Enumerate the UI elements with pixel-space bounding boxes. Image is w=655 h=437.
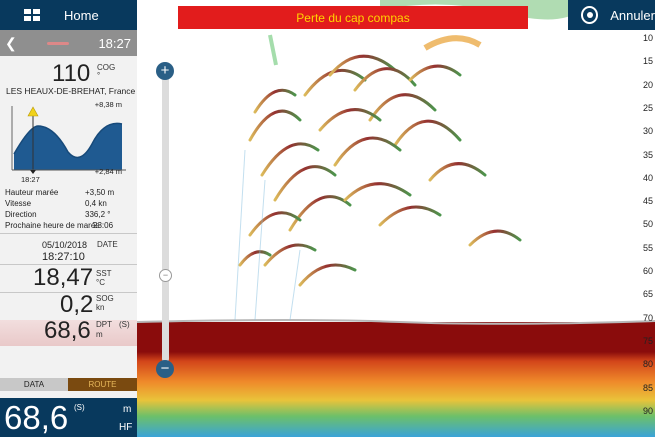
compass-alert-banner[interactable]: Perte du cap compas (178, 6, 528, 29)
info-label-tide-height: Hauteur marée (5, 188, 59, 197)
sst-value: 18,47 (33, 264, 94, 291)
cog-value: 110 (52, 60, 91, 87)
depth-tick-label: 70 (642, 312, 653, 323)
info-label-next-tide: Prochaine heure de marée (5, 221, 100, 230)
info-value-speed: 0,4 kn (85, 199, 107, 208)
tide-graph (11, 106, 126, 174)
depth-tick-label: 35 (642, 149, 653, 160)
depth-tick-label: 90 (642, 405, 653, 416)
depth-tick-label: 65 (642, 289, 653, 300)
range-slider-track[interactable] (162, 72, 169, 362)
date-label: DATE (97, 240, 118, 249)
tide-location: LES HEAUX-DE-BREHAT, France (6, 86, 136, 96)
zoom-out-button[interactable]: − (156, 360, 174, 378)
home-label: Home (64, 7, 99, 23)
cog-unit: ° (97, 71, 101, 80)
info-value-direction: 336,2 ° (85, 210, 111, 219)
depth-tick-label: 30 (642, 126, 653, 137)
depth-scale: 10 15 20 25 30 35 40 45 50 55 60 65 70 75 80 85 90 (637, 30, 655, 437)
depth-tick-label: 20 (642, 79, 653, 90)
cancel-button[interactable]: Annuler (568, 0, 655, 30)
alert-text: Perte du cap compas (296, 10, 410, 25)
bottom-depth-value: 68,6 (4, 399, 69, 436)
depth-tick-label: 85 (642, 382, 653, 393)
sst-label: SST (96, 269, 112, 278)
sst-unit: °C (96, 278, 105, 287)
panel-header: ❮ 18:27 (0, 30, 137, 56)
back-arrow-icon[interactable]: ❮ (5, 35, 17, 52)
dpt-value: 68,6 (44, 317, 91, 344)
info-value-next-tide: 23:06 (93, 221, 114, 230)
dpt-source: (S) (119, 320, 130, 329)
panel-tabs: DATA ROUTE (0, 378, 137, 391)
info-value-tide-height: +3,50 m (85, 188, 115, 197)
depth-tick-label: 50 (642, 219, 653, 230)
divider (0, 233, 137, 234)
depth-tick-label: 15 (642, 56, 653, 67)
range-slider-handle[interactable]: − (159, 269, 172, 282)
depth-tick-label: 25 (642, 102, 653, 113)
depth-tick-label: 55 (642, 242, 653, 253)
depth-tick-label: 80 (642, 359, 653, 370)
grid-icon (24, 9, 40, 21)
depth-tick-label: 40 (642, 172, 653, 183)
zoom-in-button[interactable]: + (156, 62, 174, 80)
sog-label: SOG (96, 294, 114, 303)
dpt-label: DPT (96, 320, 112, 329)
depth-tick-label: 45 (642, 196, 653, 207)
clock-value: 18:27:10 (42, 251, 85, 263)
tide-time: 18:27 (21, 175, 40, 184)
depth-tick-label: 10 (642, 33, 653, 43)
info-label-speed: Vitesse (5, 199, 32, 208)
target-icon (581, 6, 599, 24)
tide-min: +2,84 m (94, 167, 122, 176)
tab-route[interactable]: ROUTE (68, 378, 137, 391)
depth-tick-label: 60 (642, 266, 653, 276)
info-label-direction: Direction (5, 210, 37, 219)
tab-data[interactable]: DATA (0, 378, 68, 391)
data-panel: ❮ 18:27 110 COG ° LES HEAUX-DE-BREHAT, F… (0, 30, 137, 437)
date-value: 05/10/2018 (42, 240, 88, 250)
tide-direction-icon (27, 106, 39, 117)
bottom-frequency: HF (119, 422, 133, 433)
panel-time: 18:27 (98, 35, 131, 51)
bottom-depth-unit: m (123, 404, 132, 415)
home-button[interactable]: Home (0, 0, 137, 30)
sog-value: 0,2 (60, 291, 94, 318)
dpt-unit: m (96, 330, 103, 339)
bottom-depth-source: (S) (74, 403, 85, 412)
depth-databox[interactable]: 68,6 (S) m HF (0, 398, 137, 437)
boat-icon (46, 41, 69, 45)
depth-tick-label: 75 (642, 335, 653, 346)
sog-unit: kn (96, 303, 105, 312)
cancel-label: Annuler (610, 7, 655, 23)
